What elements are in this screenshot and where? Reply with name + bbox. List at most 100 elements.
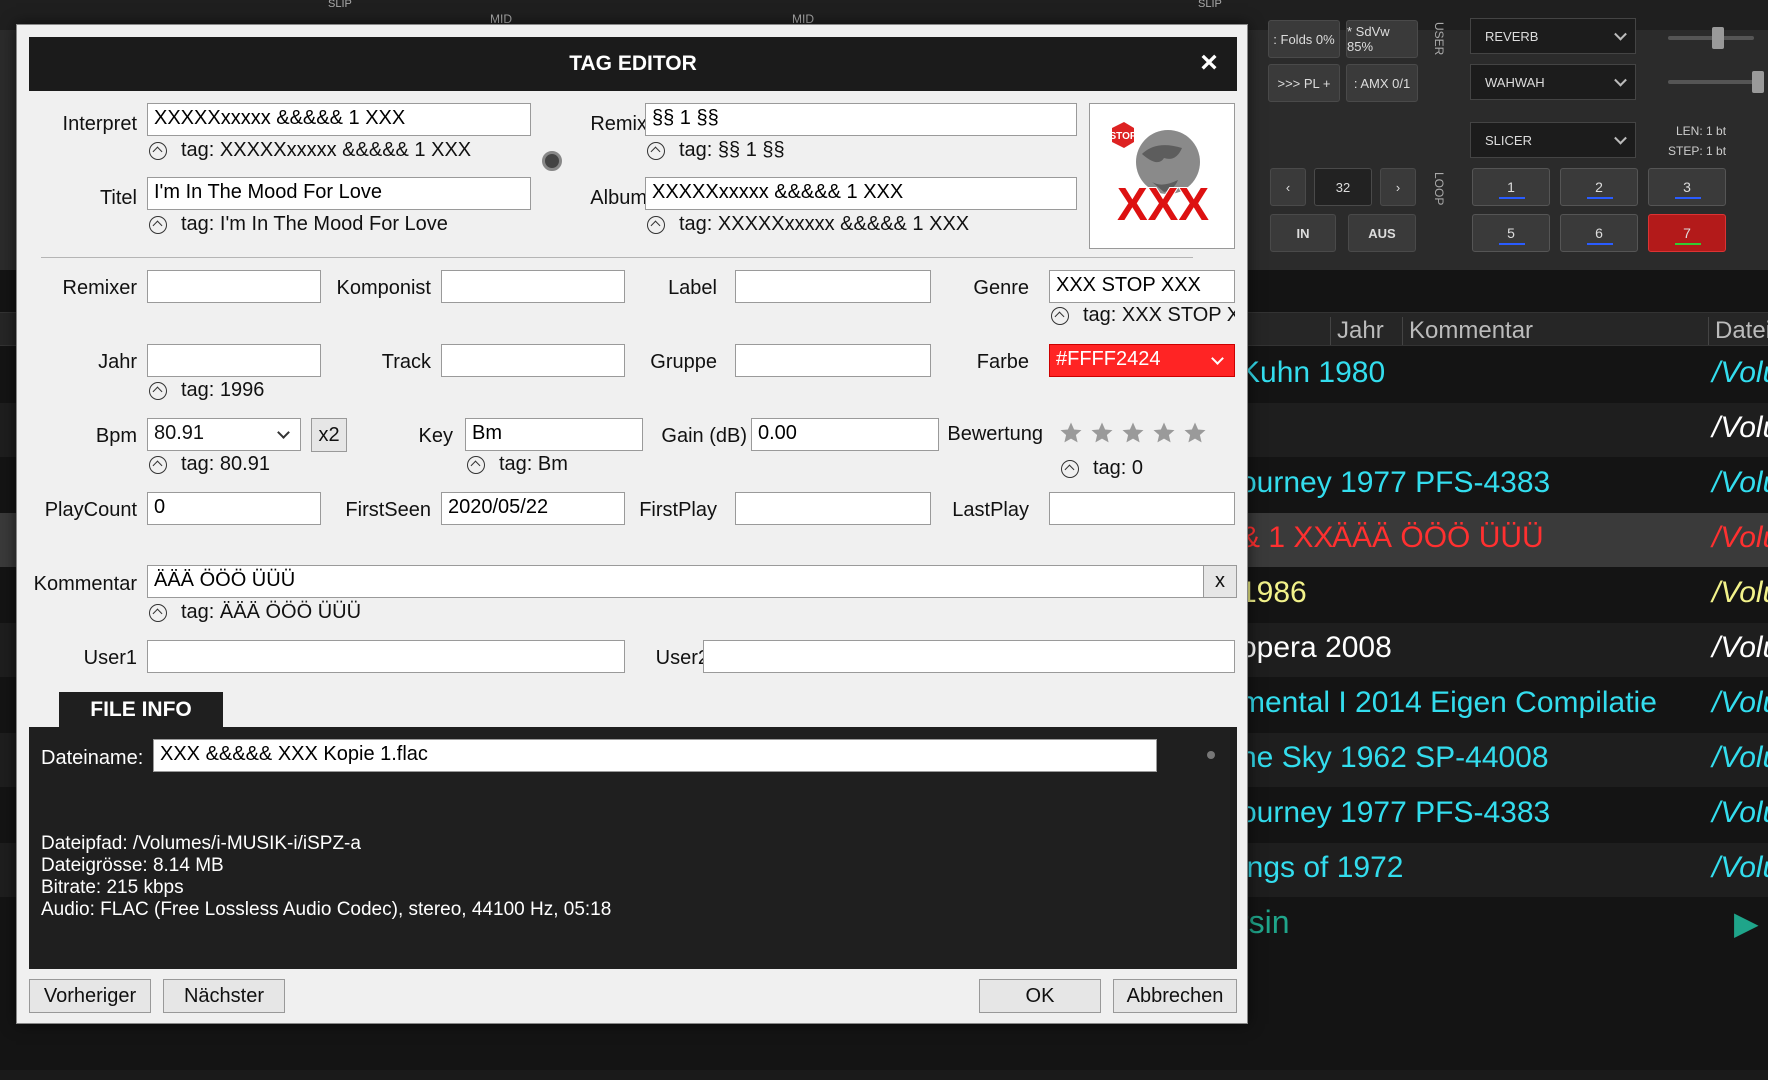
loop-in-button[interactable]: IN: [1270, 214, 1336, 252]
album-tag[interactable]: tag: XXXXXxxxxx &&&&& 1 XXX: [647, 213, 969, 236]
key-field[interactable]: Bm: [465, 418, 643, 451]
arrow-up-circle-icon[interactable]: [149, 381, 167, 400]
kommentar-field[interactable]: ÄÄÄ ÖÖÖ ÜÜÜ: [147, 565, 1207, 598]
effect-reverb-select[interactable]: REVERB: [1470, 18, 1636, 54]
bpm-value: 80.91: [154, 422, 205, 444]
star-icon[interactable]: [1059, 421, 1083, 445]
table-cell: Kuhn 1980: [1240, 356, 1386, 389]
remix-tag[interactable]: tag: §§ 1 §§: [647, 139, 785, 162]
table-cell: /Volum: [1712, 521, 1768, 554]
arrow-up-circle-icon[interactable]: [1051, 306, 1069, 325]
komponist-field[interactable]: [441, 270, 625, 303]
slider-knob[interactable]: [1752, 71, 1764, 93]
firstplay-field[interactable]: [735, 492, 931, 525]
pad-indicator: [1675, 243, 1701, 245]
bpm-double-button[interactable]: x2: [311, 418, 347, 452]
cover-art-text: XXX: [1117, 178, 1209, 230]
genre-tag[interactable]: tag: XXX STOP X: [1051, 304, 1235, 327]
table-cell: /Volur: [1712, 356, 1768, 389]
album-field[interactable]: XXXXXxxxxx &&&&& 1 XXX: [645, 177, 1077, 210]
label-field[interactable]: [735, 270, 931, 303]
slider-knob[interactable]: [1712, 27, 1724, 49]
close-icon[interactable]: ×: [1195, 48, 1223, 78]
arrow-up-circle-icon[interactable]: [467, 455, 485, 474]
pad-6[interactable]: 6: [1560, 214, 1638, 252]
bpm-select[interactable]: 80.91: [147, 418, 301, 451]
fx-sdvw-button[interactable]: * SdVw 85%: [1346, 20, 1418, 58]
fx-param-slider-2[interactable]: [1668, 71, 1764, 93]
slip-label-left: SLIP: [328, 0, 352, 10]
effect-slicer-select[interactable]: SLICER: [1470, 122, 1636, 158]
remix-field[interactable]: §§ 1 §§: [645, 103, 1077, 136]
star-icon[interactable]: [1121, 421, 1145, 445]
playcount-field[interactable]: 0: [147, 492, 321, 525]
arrow-up-circle-icon[interactable]: [149, 141, 167, 160]
pad-3[interactable]: 3: [1648, 168, 1726, 206]
arrow-up-circle-icon[interactable]: [647, 141, 665, 160]
column-dateipfad[interactable]: Dateip: [1708, 317, 1768, 345]
titel-field[interactable]: I'm In The Mood For Love: [147, 177, 531, 210]
play-icon[interactable]: ▶: [1734, 904, 1759, 942]
file-info-tab[interactable]: FILE INFO: [59, 692, 223, 728]
arrow-up-circle-icon[interactable]: [647, 215, 665, 234]
loop-next-button[interactable]: ›: [1380, 168, 1416, 206]
lastplay-field[interactable]: [1049, 492, 1235, 525]
pad-7[interactable]: 7: [1648, 214, 1726, 252]
firstseen-field[interactable]: 2020/05/22: [441, 492, 625, 525]
fx-param-slider-1[interactable]: [1668, 27, 1754, 49]
gruppe-label: Gruppe: [650, 351, 717, 373]
genre-field[interactable]: XXX STOP XXX: [1049, 270, 1235, 303]
user1-field[interactable]: [147, 640, 625, 673]
star-icon[interactable]: [1152, 421, 1176, 445]
titel-tag[interactable]: tag: I'm In The Mood For Love: [149, 213, 448, 236]
loop-out-button[interactable]: AUS: [1348, 214, 1416, 252]
arrow-up-circle-icon[interactable]: [149, 215, 167, 234]
jahr-label: Jahr: [98, 351, 137, 373]
jahr-field[interactable]: [147, 344, 321, 377]
column-jahr[interactable]: Jahr: [1330, 317, 1384, 345]
fx-folds-button[interactable]: : Folds 0%: [1268, 20, 1340, 58]
pad-5[interactable]: 5: [1472, 214, 1550, 252]
ok-button[interactable]: OK: [979, 979, 1101, 1013]
key-tag-text: tag: Bm: [499, 453, 568, 475]
star-icon[interactable]: [1090, 421, 1114, 445]
pad-2[interactable]: 2: [1560, 168, 1638, 206]
kommentar-clear-button[interactable]: x: [1203, 565, 1237, 598]
bpm-tag[interactable]: tag: 80.91: [149, 453, 270, 476]
bewertung-tag[interactable]: tag: 0: [1061, 457, 1143, 480]
arrow-up-circle-icon[interactable]: [149, 603, 167, 622]
column-kommentar[interactable]: Kommentar: [1402, 317, 1708, 345]
kommentar-tag[interactable]: tag: ÄÄÄ ÖÖÖ ÜÜÜ: [149, 601, 361, 624]
star-icon[interactable]: [1183, 421, 1207, 445]
fx-amx-button[interactable]: : AMX 0/1: [1346, 64, 1418, 102]
arrow-up-circle-icon[interactable]: [1061, 459, 1079, 478]
arrow-up-circle-icon[interactable]: [149, 455, 167, 474]
gain-field[interactable]: 0.00: [751, 418, 939, 451]
effect-wahwah-select[interactable]: WAHWAH: [1470, 64, 1636, 100]
dot-icon: [1207, 751, 1215, 759]
pad-1[interactable]: 1: [1472, 168, 1550, 206]
record-indicator-icon[interactable]: [542, 151, 562, 171]
next-button[interactable]: Nächster: [163, 979, 285, 1013]
interpret-tag[interactable]: tag: XXXXXxxxxx &&&&& 1 XXX: [149, 139, 471, 162]
key-tag[interactable]: tag: Bm: [467, 453, 568, 476]
track-field[interactable]: [441, 344, 625, 377]
step-readout: STEP: 1 bt: [1668, 144, 1727, 158]
interpret-field[interactable]: XXXXXxxxxx &&&&& 1 XXX: [147, 103, 531, 136]
previous-button[interactable]: Vorheriger: [29, 979, 151, 1013]
cover-art[interactable]: STOP XXX: [1089, 103, 1235, 249]
remixer-field[interactable]: [147, 270, 321, 303]
cancel-button[interactable]: Abbrechen: [1113, 979, 1237, 1013]
fx-pl-button[interactable]: >>> PL +: [1268, 64, 1340, 102]
dateiname-field[interactable]: XXX &&&&& XXX Kopie 1.flac: [153, 739, 1157, 772]
loop-prev-button[interactable]: ‹: [1270, 168, 1306, 206]
titel-label: Titel: [99, 187, 137, 209]
gruppe-field[interactable]: [735, 344, 931, 377]
user2-field[interactable]: [703, 640, 1235, 673]
jahr-tag[interactable]: tag: 1996: [149, 379, 264, 402]
chevron-down-icon: [1614, 27, 1627, 41]
rating-stars[interactable]: [1059, 421, 1207, 445]
tag-editor-dialog: TAG EDITOR × Interpret XXXXXxxxxx &&&&& …: [16, 24, 1248, 1024]
chevron-down-icon: [1614, 73, 1627, 87]
farbe-select[interactable]: #FFFF2424: [1049, 344, 1235, 377]
